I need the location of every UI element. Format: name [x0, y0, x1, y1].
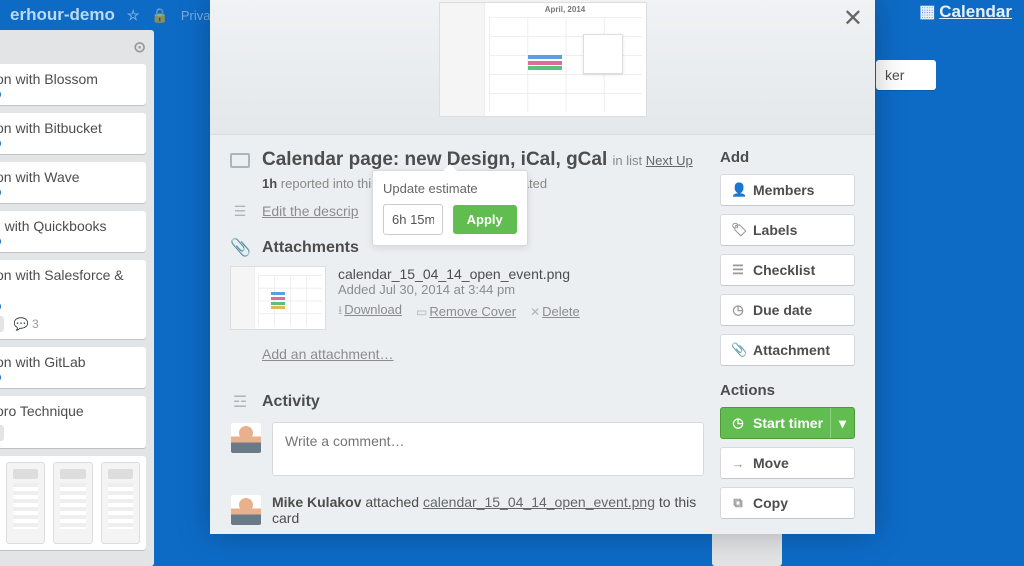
- download-link[interactable]: Download: [344, 302, 402, 317]
- actions-header: Actions: [720, 382, 855, 399]
- user-icon: 👤: [731, 182, 745, 198]
- list-link[interactable]: Next Up: [646, 153, 693, 168]
- attachment-thumbnail[interactable]: [230, 266, 326, 330]
- clock-icon: ◷: [731, 302, 745, 318]
- attachment-icon: 📎: [230, 238, 250, 258]
- delete-icon: ✕: [530, 305, 540, 319]
- card-icon: [230, 153, 250, 168]
- timer-icon: ◷: [731, 415, 745, 431]
- add-attachment-link[interactable]: Add an attachment…: [262, 346, 394, 362]
- labels-button[interactable]: 🏷Labels: [720, 214, 855, 246]
- move-button[interactable]: →Move: [720, 447, 855, 479]
- attachment-filename[interactable]: calendar_15_04_14_open_event.png: [338, 266, 580, 282]
- arrow-right-icon: →: [731, 456, 745, 471]
- estimate-label: Update estimate: [383, 181, 517, 196]
- due-date-button[interactable]: ◷Due date: [720, 294, 855, 326]
- members-button[interactable]: 👤Members: [720, 174, 855, 206]
- copy-icon: ⧉: [731, 495, 745, 511]
- avatar[interactable]: [230, 422, 262, 454]
- start-timer-button[interactable]: ◷Start timer▾: [720, 407, 855, 439]
- attachment-button[interactable]: 📎Attachment: [720, 334, 855, 366]
- chevron-down-icon[interactable]: ▾: [830, 408, 854, 438]
- add-header: Add: [720, 149, 855, 166]
- avatar[interactable]: [230, 494, 262, 526]
- activity-text: Mike Kulakov attached calendar_15_04_14_…: [272, 494, 704, 526]
- comment-input[interactable]: [272, 422, 704, 476]
- download-icon: ⭳: [338, 303, 342, 317]
- activity-icon: ☲: [230, 392, 250, 412]
- cover-title: April, 2014: [545, 5, 585, 14]
- cover-icon: ▭: [416, 305, 427, 319]
- attachment-date: Added Jul 30, 2014 at 3:44 pm: [338, 282, 580, 297]
- delete-link[interactable]: Delete: [542, 304, 580, 319]
- clip-icon: 📎: [731, 342, 745, 358]
- apply-button[interactable]: Apply: [453, 205, 517, 234]
- description-icon: ☰: [230, 203, 250, 220]
- estimate-popover: Update estimate Apply: [372, 170, 528, 246]
- attachment-item: calendar_15_04_14_open_event.png Added J…: [230, 266, 704, 330]
- checklist-button[interactable]: ☰Checklist: [720, 254, 855, 286]
- edit-description-link[interactable]: Edit the descrip: [262, 203, 359, 219]
- attachments-header: Attachments: [262, 239, 359, 257]
- checklist-icon: ☰: [731, 262, 745, 278]
- time-summary: 1h reported into this card · 4h 15m esti…: [262, 176, 704, 191]
- activity-file-link[interactable]: calendar_15_04_14_open_event.png: [423, 494, 655, 510]
- card-cover[interactable]: April, 2014: [210, 0, 875, 135]
- card-title[interactable]: Calendar page: new Design, iCal, gCal in…: [262, 149, 693, 172]
- remove-cover-link[interactable]: Remove Cover: [429, 304, 516, 319]
- copy-button[interactable]: ⧉Copy: [720, 487, 855, 519]
- close-icon[interactable]: ✕: [843, 4, 863, 33]
- card-modal: ✕ April, 2014 Calendar page: new Design,…: [210, 0, 875, 534]
- estimate-input[interactable]: [383, 204, 443, 235]
- tag-icon: 🏷: [731, 222, 745, 238]
- activity-header: Activity: [262, 393, 320, 411]
